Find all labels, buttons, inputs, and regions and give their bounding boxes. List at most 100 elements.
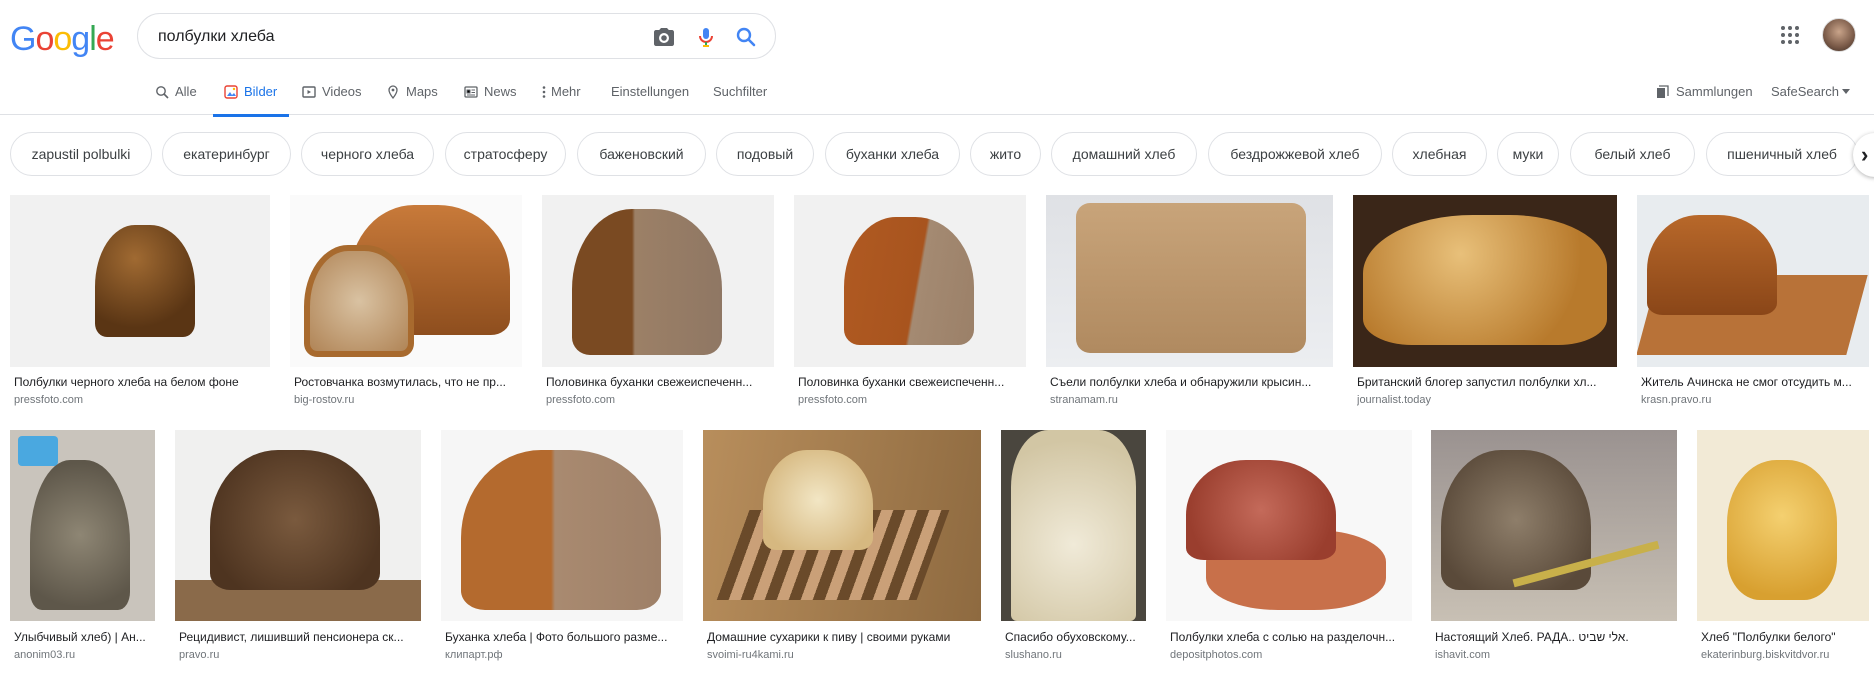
result-thumbnail[interactable]: [794, 195, 1026, 367]
result-thumbnail[interactable]: [1697, 430, 1869, 621]
image-result[interactable]: Половинка буханки свежеиспеченн... press…: [542, 195, 774, 410]
google-logo[interactable]: Google: [10, 20, 115, 59]
result-title[interactable]: Половинка буханки свежеиспеченн...: [546, 375, 772, 389]
result-title[interactable]: Половинка буханки свежеиспеченн...: [798, 375, 1024, 389]
result-thumbnail[interactable]: [10, 195, 270, 367]
tab-videos[interactable]: Videos: [302, 82, 362, 117]
tab-maps[interactable]: Maps: [386, 82, 438, 117]
tab-news[interactable]: News: [464, 82, 517, 117]
tab-settings[interactable]: Einstellungen: [611, 82, 689, 117]
result-source: svoimi-ru4kami.ru: [707, 649, 794, 661]
image-result[interactable]: Житель Ачинска не смог отсудить м... kra…: [1637, 195, 1869, 410]
result-title[interactable]: Настоящий Хлеб. РАДА.. אלי שביט.: [1435, 630, 1675, 644]
mic-icon[interactable]: [694, 25, 718, 49]
avatar[interactable]: [1822, 18, 1856, 52]
image-result[interactable]: Съели полбулки хлеба и обнаружили крысин…: [1046, 195, 1333, 410]
more-vert-icon: [542, 86, 546, 98]
result-thumbnail[interactable]: [1001, 430, 1146, 621]
chip[interactable]: подовый: [716, 132, 814, 176]
camera-icon[interactable]: [652, 25, 676, 49]
image-result[interactable]: Спасибо обуховскому... slushano.ru: [1001, 430, 1146, 670]
chip[interactable]: муки: [1497, 132, 1559, 176]
image-result[interactable]: Домашние сухарики к пиву | своими руками…: [703, 430, 981, 670]
result-thumbnail[interactable]: [290, 195, 522, 367]
tab-search-tools[interactable]: Suchfilter: [713, 82, 767, 117]
logo-letter: o: [53, 20, 72, 58]
tab-label: Alle: [175, 84, 197, 99]
tab-label: Suchfilter: [713, 84, 768, 99]
chip[interactable]: екатеринбург: [162, 132, 291, 176]
chip-label: буханки хлеба: [845, 146, 940, 162]
result-thumbnail[interactable]: [1353, 195, 1617, 367]
safesearch-label: SafeSearch: [1771, 84, 1839, 99]
chip[interactable]: жито: [970, 132, 1041, 176]
result-thumbnail[interactable]: [10, 430, 155, 621]
logo-letter: o: [35, 20, 54, 58]
search-icon[interactable]: [734, 25, 758, 49]
tab-label: Bilder: [244, 84, 278, 99]
search-input[interactable]: [158, 26, 638, 48]
search-box: [137, 13, 776, 59]
related-chips-bar: zapustil polbulki екатеринбург черного х…: [0, 115, 1874, 195]
result-thumbnail[interactable]: [175, 430, 421, 621]
tab-all[interactable]: Alle: [155, 82, 197, 117]
image-result[interactable]: Улыбчивый хлеб) | Ан... anonim03.ru: [10, 430, 155, 670]
result-title[interactable]: Буханка хлеба | Фото большого разме...: [445, 630, 681, 644]
result-source: slushano.ru: [1005, 649, 1062, 661]
bookmark-icon: [1657, 84, 1669, 98]
chip[interactable]: бездрожжевой хлеб: [1208, 132, 1382, 176]
result-title[interactable]: Рецидивист, лишивший пенсионера ск...: [179, 630, 419, 644]
result-thumbnail[interactable]: [1637, 195, 1869, 367]
chip[interactable]: пшеничный хлеб: [1706, 132, 1858, 176]
result-title[interactable]: Домашние сухарики к пиву | своими руками: [707, 630, 979, 644]
chip-label: подовый: [736, 146, 794, 162]
chip[interactable]: стратосферу: [445, 132, 566, 176]
chip[interactable]: черного хлеба: [301, 132, 434, 176]
tab-images[interactable]: Bilder: [213, 82, 289, 117]
tab-more[interactable]: Mehr: [541, 82, 581, 117]
result-title[interactable]: Спасибо обуховскому...: [1005, 630, 1145, 644]
chip[interactable]: домашний хлеб: [1051, 132, 1197, 176]
chip[interactable]: буханки хлеба: [825, 132, 960, 176]
image-result[interactable]: Ростовчанка возмутилась, что не пр... bi…: [290, 195, 522, 410]
result-thumbnail[interactable]: [703, 430, 981, 621]
result-title[interactable]: Ростовчанка возмутилась, что не пр...: [294, 375, 520, 389]
safesearch-dropdown[interactable]: SafeSearch: [1771, 84, 1850, 99]
image-result[interactable]: Настоящий Хлеб. РАДА.. אלי שביט. ishavit…: [1431, 430, 1677, 670]
result-source: anonim03.ru: [14, 649, 76, 661]
image-result[interactable]: Половинка буханки свежеиспеченн... press…: [794, 195, 1026, 410]
chip[interactable]: белый хлеб: [1570, 132, 1695, 176]
result-source: ishavit.com: [1435, 649, 1491, 661]
result-thumbnail[interactable]: [1046, 195, 1333, 367]
image-result[interactable]: Полбулки хлеба с солью на разделочн... d…: [1166, 430, 1412, 670]
result-title[interactable]: Хлеб "Полбулки белого": [1701, 630, 1867, 644]
chip-label: пшеничный хлеб: [1727, 146, 1837, 162]
tab-label: Maps: [406, 84, 438, 99]
chip-label: баженовский: [599, 146, 684, 162]
result-title[interactable]: Британский блогер запустил полбулки хл..…: [1357, 375, 1613, 389]
apps-grid-icon[interactable]: [1780, 25, 1800, 45]
result-thumbnail[interactable]: [542, 195, 774, 367]
result-title[interactable]: Полбулки хлеба с солью на разделочн...: [1170, 630, 1410, 644]
chip[interactable]: хлебная: [1392, 132, 1487, 176]
image-result[interactable]: Буханка хлеба | Фото большого разме... к…: [441, 430, 683, 670]
result-source: stranamam.ru: [1050, 394, 1118, 406]
chip[interactable]: zapustil polbulki: [10, 132, 152, 176]
result-title[interactable]: Житель Ачинска не смог отсудить м...: [1641, 375, 1867, 389]
chip[interactable]: баженовский: [577, 132, 706, 176]
result-title[interactable]: Улыбчивый хлеб) | Ан...: [14, 630, 154, 644]
image-result[interactable]: Хлеб "Полбулки белого" ekaterinburg.bisk…: [1697, 430, 1869, 670]
result-source: krasn.pravo.ru: [1641, 394, 1712, 406]
result-title[interactable]: Съели полбулки хлеба и обнаружили крысин…: [1050, 375, 1330, 389]
result-title[interactable]: Полбулки черного хлеба на белом фоне: [14, 375, 266, 389]
result-thumbnail[interactable]: [441, 430, 683, 621]
result-thumbnail[interactable]: [1431, 430, 1677, 621]
chevron-down-icon: [1841, 88, 1850, 94]
collections-link[interactable]: Sammlungen: [1656, 84, 1753, 99]
image-result[interactable]: Британский блогер запустил полбулки хл..…: [1353, 195, 1617, 410]
image-result[interactable]: Рецидивист, лишивший пенсионера ск... pr…: [175, 430, 421, 670]
image-result[interactable]: Полбулки черного хлеба на белом фоне pre…: [10, 195, 270, 410]
chip-label: zapustil polbulki: [31, 146, 131, 162]
result-thumbnail[interactable]: [1166, 430, 1412, 621]
tab-label: News: [484, 84, 517, 99]
